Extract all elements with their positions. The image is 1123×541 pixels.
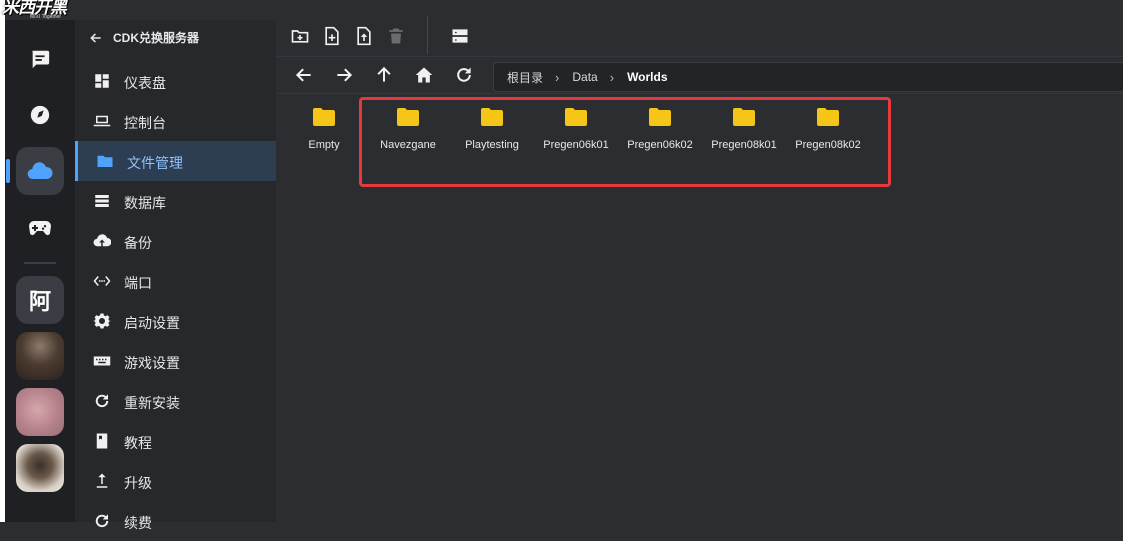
folder-icon (817, 108, 839, 126)
sidebar-item-label: 重新安装 (124, 395, 180, 411)
cloud-server-button[interactable] (6, 147, 64, 195)
sidebar-item-label: 文件管理 (127, 155, 183, 171)
sidebar-item-console[interactable]: 控制台 (75, 101, 276, 141)
sidebar-item-label: 升级 (124, 475, 152, 491)
server-avatar-letter[interactable]: 阿 (16, 276, 64, 324)
renew-icon (95, 514, 109, 528)
forward-arrow-icon[interactable] (334, 65, 354, 85)
breadcrumb-root[interactable]: 根目录 (507, 69, 543, 86)
folder-icon (313, 108, 335, 126)
folder-name: Navezgane (380, 139, 436, 151)
chevron-right-icon: › (555, 69, 560, 85)
sidebar-item-renew[interactable]: 续费 (75, 501, 276, 541)
sidebar: CDK兑换服务器 仪表盘 控制台 文件管理 数据库 备份 端口 启动设置 游戏设… (75, 20, 276, 531)
avatar-letter: 阿 (28, 289, 51, 314)
keyboard-icon (93, 356, 111, 366)
sidebar-item-tutorial[interactable]: 教程 (75, 421, 276, 461)
chevron-right-icon: › (609, 69, 615, 85)
folder-icon (397, 108, 419, 126)
folder-item[interactable]: Pregen06k02 (620, 108, 700, 153)
sidebar-item-database[interactable]: 数据库 (75, 181, 276, 221)
up-arrow-icon[interactable] (374, 65, 394, 85)
breadcrumb-current[interactable]: Worlds (627, 70, 667, 84)
sidebar-item-game-settings[interactable]: 游戏设置 (75, 341, 276, 381)
upload-file-icon[interactable] (354, 26, 374, 46)
folder-item[interactable]: Empty (284, 108, 364, 153)
folder-icon (733, 108, 755, 126)
folder-icon (649, 108, 671, 126)
sidebar-item-backup[interactable]: 备份 (75, 221, 276, 261)
folder-name: Pregen06k01 (543, 139, 609, 151)
dashboard-icon (95, 74, 109, 88)
file-manager-panel: 根目录 › Data › Worlds (276, 0, 1123, 522)
folder-name: Pregen08k01 (711, 139, 777, 151)
sidebar-item-label: 控制台 (124, 115, 166, 131)
home-icon[interactable] (414, 65, 434, 85)
sidebar-item-label: 数据库 (124, 195, 166, 211)
upload-icon (96, 473, 108, 488)
gear-icon (93, 313, 111, 329)
folder-name: Empty (308, 139, 340, 151)
path-bar: 根目录 › Data › Worlds (276, 57, 1123, 94)
server-avatar[interactable] (16, 388, 64, 436)
folder-name: Playtesting (465, 139, 519, 151)
sidebar-item-label: 启动设置 (124, 315, 180, 331)
explore-button[interactable] (16, 91, 64, 139)
trash-icon[interactable] (386, 26, 406, 46)
back-arrow-icon[interactable] (294, 65, 314, 85)
games-button[interactable] (16, 203, 64, 251)
refresh-icon[interactable] (454, 65, 474, 85)
folder-item[interactable]: Playtesting (452, 108, 532, 153)
folder-item[interactable]: Pregen08k02 (788, 108, 868, 153)
compass-icon (30, 105, 50, 125)
messages-button[interactable] (16, 35, 64, 83)
sidebar-item-file-manager[interactable]: 文件管理 (75, 141, 276, 181)
breadcrumb: 根目录 › Data › Worlds (493, 62, 1123, 92)
sidebar-item-dashboard[interactable]: 仪表盘 (75, 61, 276, 101)
sidebar-item-label: 端口 (124, 275, 152, 291)
sidebar-item-label: 仪表盘 (124, 75, 166, 91)
database-icon (95, 195, 109, 207)
sidebar-item-label: 备份 (124, 235, 152, 251)
port-icon (93, 276, 111, 286)
sidebar-item-upgrade[interactable]: 升级 (75, 461, 276, 501)
toolbar-divider (427, 16, 428, 54)
new-folder-icon[interactable] (290, 26, 310, 46)
folder-icon (97, 155, 113, 167)
rail-divider (24, 262, 56, 264)
book-icon (96, 433, 108, 449)
server-avatar[interactable] (16, 332, 64, 380)
sidebar-item-reinstall[interactable]: 重新安装 (75, 381, 276, 421)
server-name: CDK兑换服务器 (113, 31, 199, 45)
sidebar-item-port[interactable]: 端口 (75, 261, 276, 301)
sidebar-item-label: 游戏设置 (124, 355, 180, 371)
folder-icon (481, 108, 503, 126)
file-toolbar (276, 0, 1123, 57)
folder-name: Pregen08k02 (795, 139, 861, 151)
cloud-icon (27, 162, 53, 180)
folder-name: Pregen06k02 (627, 139, 693, 151)
server-storage-icon[interactable] (450, 26, 470, 46)
folder-icon (565, 108, 587, 126)
arrow-left-icon (90, 32, 101, 43)
refresh-icon (95, 394, 109, 408)
folder-item[interactable]: Pregen08k01 (704, 108, 784, 153)
folder-item[interactable]: Navezgane (368, 108, 448, 153)
back-button[interactable]: CDK兑换服务器 (89, 29, 199, 46)
cloud-upload-icon (93, 234, 111, 247)
folder-item[interactable]: Pregen06k01 (536, 108, 616, 153)
sidebar-item-label: 续费 (124, 515, 152, 531)
gamepad-icon (29, 221, 51, 236)
sidebar-item-label: 教程 (124, 435, 152, 451)
new-file-icon[interactable] (322, 26, 342, 46)
laptop-icon (93, 115, 111, 127)
breadcrumb-data[interactable]: Data (572, 70, 597, 84)
chat-icon (32, 50, 50, 69)
sidebar-item-startup-settings[interactable]: 启动设置 (75, 301, 276, 341)
server-avatar[interactable] (16, 444, 64, 492)
server-rail: 阿 (5, 20, 75, 522)
